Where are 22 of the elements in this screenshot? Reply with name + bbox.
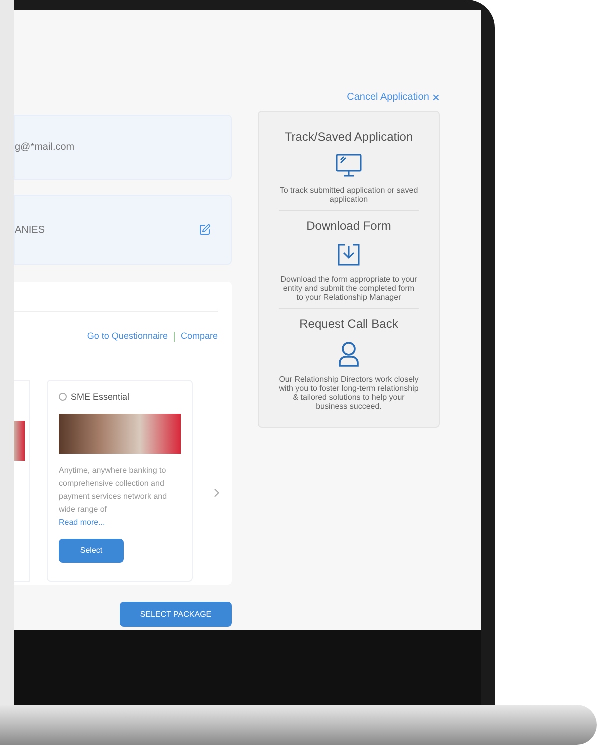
edit-icon[interactable] [199, 224, 211, 236]
panel-title[interactable]: Request Call Back [300, 315, 398, 333]
panel-description: To track submitted application or saved application [279, 186, 419, 204]
panel-title[interactable]: Track/Saved Application [284, 128, 414, 146]
compare-link[interactable]: Compare [180, 330, 218, 344]
select-package-button[interactable]: SELECT PACKAGE [120, 602, 232, 627]
field-value: ANIES [15, 224, 46, 238]
package-title: SME Essential [71, 390, 130, 404]
monitor-icon [336, 154, 362, 178]
person-icon [338, 341, 360, 367]
photo-placeholder [14, 420, 25, 460]
read-more-link[interactable]: Read more... [59, 516, 181, 529]
download-icon [337, 243, 361, 267]
radio-button[interactable] [59, 393, 67, 402]
field-value: g@*mail.com [15, 141, 75, 155]
questionnaire-link[interactable]: Go to Questionnaire [87, 330, 168, 344]
panel-title[interactable]: Download Form [306, 217, 392, 235]
panel-description: Download the form appropriate to your entity and submit the completed form to your Relationship Manager [280, 275, 418, 302]
cancel-application-link[interactable]: Cancel Application × [347, 90, 440, 105]
panel-description: Our Relationship Directors work closely with you to foster long-term relationship & tailored solutions to help your business succeed. [279, 375, 419, 411]
package-description: Anytime, anywhere banking to comprehensive collection and payment services network and wide range of [59, 465, 168, 516]
select-button[interactable]: Select [59, 539, 124, 563]
